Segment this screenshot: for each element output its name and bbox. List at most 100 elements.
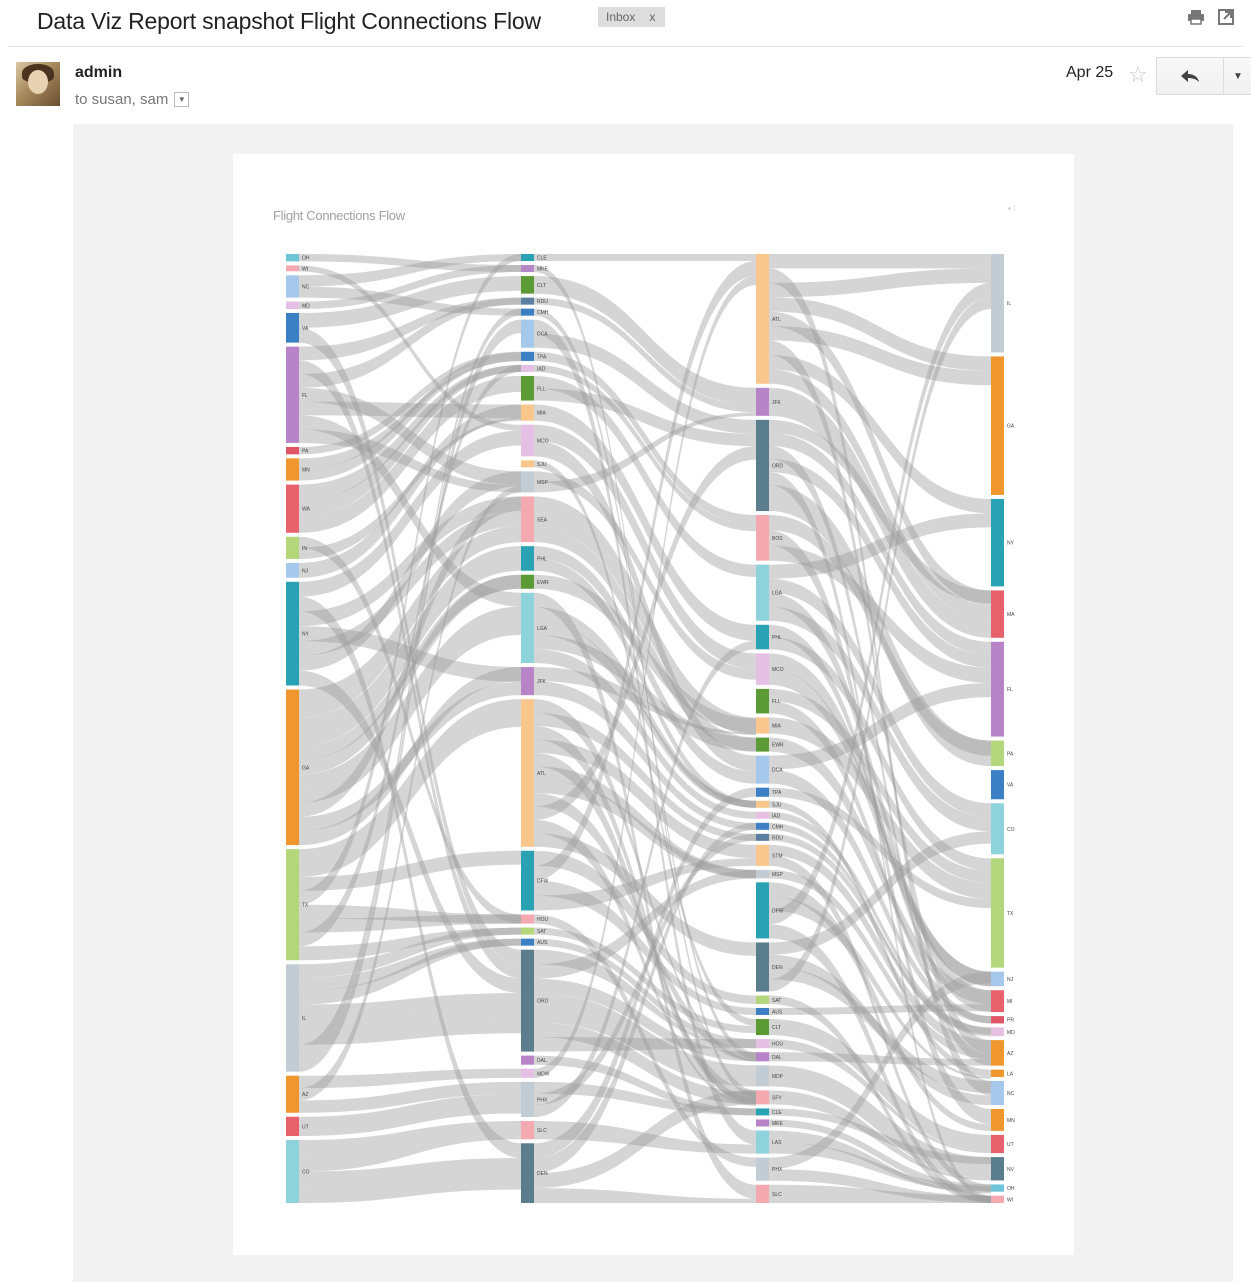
print-icon[interactable] (1187, 8, 1205, 26)
sankey-node-dca[interactable] (521, 319, 534, 348)
sankey-node-mn[interactable] (286, 458, 299, 481)
sankey-node-slc[interactable] (521, 1120, 534, 1140)
sankey-node-jfk[interactable] (756, 387, 769, 416)
sankey-node-ga[interactable] (991, 356, 1004, 495)
sankey-node-ma[interactable] (991, 590, 1004, 638)
reply-button[interactable] (1156, 57, 1224, 95)
new-window-icon[interactable] (1217, 8, 1235, 26)
sankey-node-dfw[interactable] (756, 882, 769, 939)
sankey-node-ga[interactable] (286, 689, 299, 846)
sankey-node-in[interactable] (286, 536, 299, 559)
star-icon[interactable]: ☆ (1128, 62, 1148, 88)
sankey-node-nc[interactable] (286, 275, 299, 298)
sankey-node-phx[interactable] (756, 1157, 769, 1181)
sankey-node-hou[interactable] (521, 914, 534, 924)
sankey-node-ord[interactable] (756, 419, 769, 512)
sankey-node-mco[interactable] (521, 424, 534, 457)
sankey-node-dal[interactable] (521, 1055, 534, 1065)
sankey-node-msp[interactable] (756, 869, 769, 879)
sankey-node-wi[interactable] (991, 1195, 1004, 1203)
sankey-node-tx[interactable] (991, 858, 1004, 968)
sankey-node-az[interactable] (286, 1075, 299, 1113)
sankey-node-phl[interactable] (756, 624, 769, 650)
sankey-node-mdp[interactable] (756, 1065, 769, 1087)
sankey-node-mia[interactable] (521, 404, 534, 421)
sankey-node-rdu[interactable] (521, 297, 534, 305)
sankey-node-aus[interactable] (521, 938, 534, 946)
sankey-node-den[interactable] (756, 942, 769, 992)
sankey-node-lga[interactable] (756, 564, 769, 621)
sankey-node-iad[interactable] (756, 811, 769, 819)
sankey-node-fll[interactable] (521, 375, 534, 401)
sankey-node-tpa[interactable] (521, 351, 534, 361)
sankey-node-cle[interactable] (521, 254, 534, 262)
sankey-node-nj[interactable] (286, 562, 299, 578)
sankey-node-atl[interactable] (521, 699, 534, 847)
sankey-node-sat[interactable] (756, 995, 769, 1004)
show-details-toggle[interactable]: ▼ (174, 92, 190, 107)
sankey-node-mco[interactable] (756, 653, 769, 685)
sankey-node-hou[interactable] (756, 1039, 769, 1049)
sankey-node-oh[interactable] (286, 254, 299, 262)
sankey-node-il[interactable] (991, 254, 1004, 353)
sankey-node-wa[interactable] (286, 484, 299, 533)
sankey-node-il[interactable] (286, 964, 299, 1072)
sankey-node-rdu[interactable] (756, 833, 769, 841)
sankey-node-nv[interactable] (991, 1157, 1004, 1181)
sankey-node-jfk[interactable] (521, 667, 534, 696)
sankey-node-iad[interactable] (521, 364, 534, 372)
sankey-node-ord[interactable] (521, 949, 534, 1052)
sankey-node-co[interactable] (286, 1140, 299, 1203)
sankey-node-mi[interactable] (991, 990, 1004, 1013)
sankey-node-mn[interactable] (991, 1108, 1004, 1131)
sankey-node-lga[interactable] (521, 592, 534, 664)
sankey-node-fl[interactable] (991, 641, 1004, 737)
sankey-node-oh[interactable] (991, 1184, 1004, 1192)
sankey-node-ut[interactable] (991, 1134, 1004, 1154)
sankey-node-wi[interactable] (286, 265, 299, 272)
sankey-node-cmh[interactable] (756, 822, 769, 830)
sankey-node-dca[interactable] (756, 755, 769, 784)
sankey-node-msp[interactable] (521, 471, 534, 493)
sankey-node-nj[interactable] (991, 971, 1004, 987)
sankey-node-md[interactable] (286, 301, 299, 309)
more-options-button[interactable]: ▼ (1224, 57, 1251, 95)
sankey-node-pa[interactable] (991, 740, 1004, 767)
sankey-node-sat[interactable] (521, 927, 534, 935)
sankey-node-clt[interactable] (756, 1018, 769, 1036)
sankey-node-va[interactable] (286, 312, 299, 343)
sankey-node-tpa[interactable] (756, 787, 769, 797)
sankey-node-den[interactable] (521, 1143, 534, 1203)
sankey-node-va[interactable] (991, 770, 1004, 800)
sankey-node-sea[interactable] (521, 496, 534, 543)
sankey-node-az[interactable] (991, 1040, 1004, 1066)
sankey-node-la[interactable] (991, 1069, 1004, 1077)
remove-label-button[interactable]: x (649, 10, 655, 24)
sankey-node-ut[interactable] (286, 1116, 299, 1137)
sankey-node-cmh[interactable] (521, 308, 534, 316)
sankey-node-mke[interactable] (756, 1119, 769, 1127)
sankey-node-atl[interactable] (756, 254, 769, 384)
sankey-node-pa[interactable] (286, 446, 299, 455)
sankey-node-mia[interactable] (756, 717, 769, 734)
sankey-node-ny[interactable] (286, 581, 299, 686)
sankey-node-mdw[interactable] (521, 1068, 534, 1078)
sankey-node-ny[interactable] (991, 498, 1004, 587)
sankey-node-clt[interactable] (521, 276, 534, 294)
sankey-node-aus[interactable] (756, 1007, 769, 1015)
sankey-node-cle[interactable] (756, 1108, 769, 1116)
sankey-node-phx[interactable] (521, 1081, 534, 1117)
sankey-node-ewr[interactable] (521, 574, 534, 589)
sankey-node-mke[interactable] (521, 265, 534, 273)
sankey-node-slc[interactable] (756, 1184, 769, 1203)
sankey-node-fl[interactable] (286, 346, 299, 443)
sankey-node-tx[interactable] (286, 849, 299, 961)
sankey-node-co[interactable] (991, 803, 1004, 855)
sankey-node-sfy[interactable] (756, 1090, 769, 1105)
sankey-node-sju[interactable] (521, 460, 534, 468)
sankey-node-ewr[interactable] (756, 737, 769, 752)
sankey-node-dfw[interactable] (521, 850, 534, 911)
sankey-node-phl[interactable] (521, 546, 534, 571)
inbox-label[interactable]: Inbox x (598, 7, 666, 27)
sankey-node-pr[interactable] (991, 1016, 1004, 1024)
